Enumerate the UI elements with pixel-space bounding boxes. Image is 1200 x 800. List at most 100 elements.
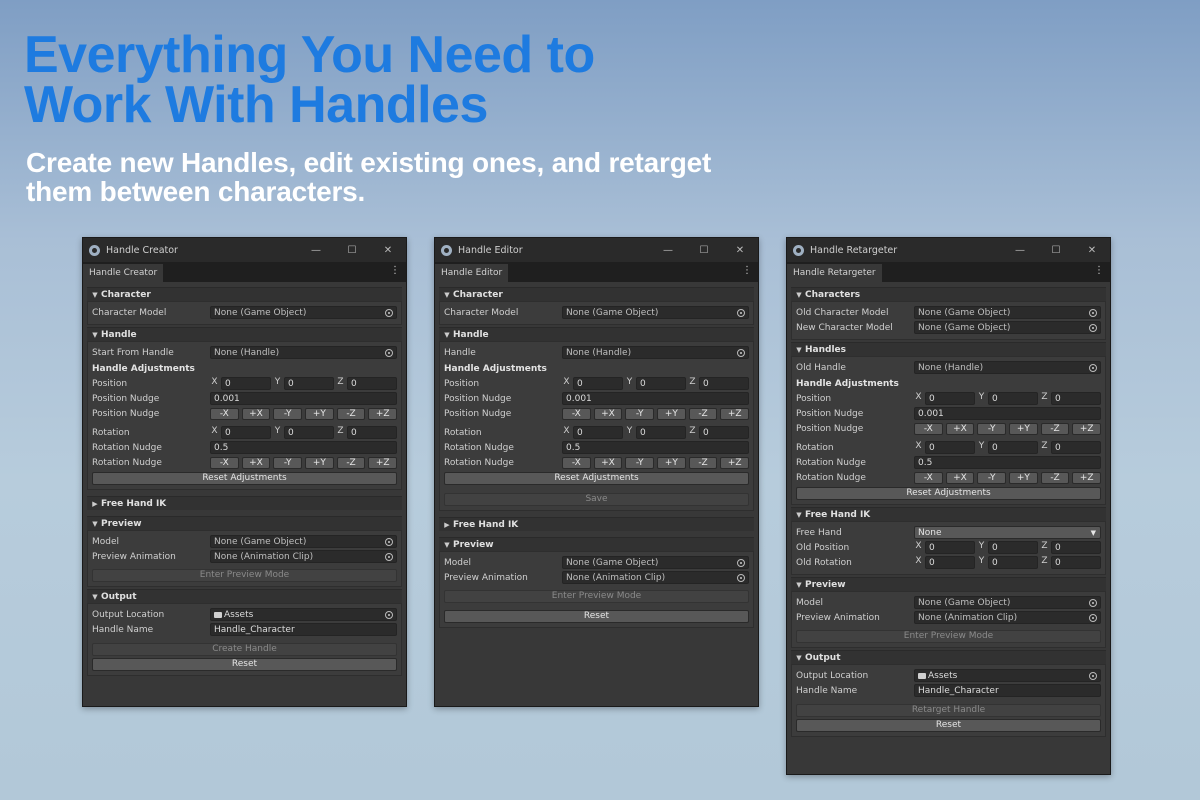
enter-preview-mode-button[interactable]: Enter Preview Mode xyxy=(796,630,1101,643)
foldout-output[interactable]: ▼ Output xyxy=(87,589,402,603)
nudge-minus-x-button[interactable]: -X xyxy=(210,456,239,469)
preview-animation-field[interactable]: None (Animation Clip) xyxy=(562,571,749,584)
nudge-plus-x-button[interactable]: +X xyxy=(945,471,975,484)
position-x-field[interactable]: 0 xyxy=(573,377,623,390)
foldout-output[interactable]: ▼ Output xyxy=(791,650,1106,664)
object-picker-icon[interactable] xyxy=(1089,308,1097,317)
object-picker-icon[interactable] xyxy=(385,610,393,619)
new-character-model-field[interactable]: None (Game Object) xyxy=(914,321,1101,334)
nudge-minus-y-button[interactable]: -Y xyxy=(273,456,303,469)
preview-model-field[interactable]: None (Game Object) xyxy=(914,596,1101,609)
close-button[interactable]: ✕ xyxy=(370,245,406,256)
kebab-menu-icon[interactable]: ⋮ xyxy=(390,265,400,276)
tab-handle-creator[interactable]: Handle Creator xyxy=(83,264,164,282)
foldout-handle[interactable]: ▼ Handle xyxy=(439,327,754,341)
foldout-preview[interactable]: ▼ Preview xyxy=(439,537,754,551)
object-picker-icon[interactable] xyxy=(1089,363,1097,372)
nudge-plus-z-button[interactable]: +Z xyxy=(720,456,750,469)
rotation-y-field[interactable]: 0 xyxy=(284,426,334,439)
foldout-handle[interactable]: ▼ Handle xyxy=(87,327,402,341)
nudge-minus-y-button[interactable]: -Y xyxy=(977,471,1007,484)
nudge-plus-z-button[interactable]: +Z xyxy=(368,407,398,420)
character-model-field[interactable]: None (Game Object) xyxy=(562,306,749,319)
position-nudge-field[interactable]: 0.001 xyxy=(914,407,1101,420)
old-rotation-z-field[interactable]: 0 xyxy=(1051,556,1101,569)
rotation-y-field[interactable]: 0 xyxy=(988,441,1038,454)
old-rotation-y-field[interactable]: 0 xyxy=(988,556,1038,569)
nudge-plus-z-button[interactable]: +Z xyxy=(1072,471,1102,484)
nudge-minus-z-button[interactable]: -Z xyxy=(336,407,366,420)
foldout-character[interactable]: ▼ Character xyxy=(439,287,754,301)
rotation-z-field[interactable]: 0 xyxy=(699,426,749,439)
maximize-button[interactable]: ☐ xyxy=(686,245,722,256)
reset-button[interactable]: Reset xyxy=(92,658,397,671)
preview-animation-field[interactable]: None (Animation Clip) xyxy=(914,611,1101,624)
minimize-button[interactable]: — xyxy=(298,245,334,256)
foldout-characters[interactable]: ▼ Characters xyxy=(791,287,1106,301)
position-z-field[interactable]: 0 xyxy=(1051,392,1101,405)
nudge-plus-z-button[interactable]: +Z xyxy=(1072,422,1102,435)
nudge-plus-y-button[interactable]: +Y xyxy=(305,407,334,420)
free-hand-dropdown[interactable]: None ▼ xyxy=(914,526,1101,539)
reset-adjustments-button[interactable]: Reset Adjustments xyxy=(92,472,397,485)
enter-preview-mode-button[interactable]: Enter Preview Mode xyxy=(444,590,749,603)
nudge-plus-z-button[interactable]: +Z xyxy=(368,456,398,469)
foldout-free-hand-ik[interactable]: ▶ Free Hand IK xyxy=(87,496,402,510)
object-picker-icon[interactable] xyxy=(737,348,745,357)
nudge-plus-y-button[interactable]: +Y xyxy=(657,407,686,420)
foldout-preview[interactable]: ▼ Preview xyxy=(791,577,1106,591)
nudge-plus-y-button[interactable]: +Y xyxy=(1009,422,1038,435)
rotation-z-field[interactable]: 0 xyxy=(1051,441,1101,454)
kebab-menu-icon[interactable]: ⋮ xyxy=(742,265,752,276)
object-picker-icon[interactable] xyxy=(385,552,393,561)
nudge-minus-z-button[interactable]: -Z xyxy=(688,407,718,420)
object-picker-icon[interactable] xyxy=(385,537,393,546)
nudge-plus-z-button[interactable]: +Z xyxy=(720,407,750,420)
nudge-plus-y-button[interactable]: +Y xyxy=(1009,471,1038,484)
position-y-field[interactable]: 0 xyxy=(988,392,1038,405)
nudge-minus-z-button[interactable]: -Z xyxy=(1040,422,1070,435)
create-handle-button[interactable]: Create Handle xyxy=(92,643,397,656)
position-y-field[interactable]: 0 xyxy=(284,377,334,390)
nudge-minus-y-button[interactable]: -Y xyxy=(625,456,655,469)
foldout-free-hand-ik[interactable]: ▼ Free Hand IK xyxy=(791,507,1106,521)
old-position-x-field[interactable]: 0 xyxy=(925,541,975,554)
position-z-field[interactable]: 0 xyxy=(347,377,397,390)
old-position-y-field[interactable]: 0 xyxy=(988,541,1038,554)
enter-preview-mode-button[interactable]: Enter Preview Mode xyxy=(92,569,397,582)
nudge-plus-y-button[interactable]: +Y xyxy=(657,456,686,469)
handle-name-field[interactable]: Handle_Character xyxy=(210,623,397,636)
rotation-y-field[interactable]: 0 xyxy=(636,426,686,439)
character-model-field[interactable]: None (Game Object) xyxy=(210,306,397,319)
object-picker-icon[interactable] xyxy=(385,348,393,357)
titlebar[interactable]: Handle Retargeter — ☐ ✕ xyxy=(787,238,1110,262)
object-picker-icon[interactable] xyxy=(1089,613,1097,622)
reset-button[interactable]: Reset xyxy=(796,719,1101,732)
object-picker-icon[interactable] xyxy=(737,308,745,317)
preview-model-field[interactable]: None (Game Object) xyxy=(210,535,397,548)
object-picker-icon[interactable] xyxy=(737,558,745,567)
maximize-button[interactable]: ☐ xyxy=(1038,245,1074,256)
titlebar[interactable]: Handle Editor — ☐ ✕ xyxy=(435,238,758,262)
handle-name-field[interactable]: Handle_Character xyxy=(914,684,1101,697)
rotation-nudge-field[interactable]: 0.5 xyxy=(914,456,1101,469)
nudge-minus-x-button[interactable]: -X xyxy=(562,407,591,420)
foldout-character[interactable]: ▼ Character xyxy=(87,287,402,301)
maximize-button[interactable]: ☐ xyxy=(334,245,370,256)
nudge-minus-x-button[interactable]: -X xyxy=(562,456,591,469)
position-x-field[interactable]: 0 xyxy=(221,377,271,390)
object-picker-icon[interactable] xyxy=(385,308,393,317)
nudge-minus-x-button[interactable]: -X xyxy=(914,422,943,435)
nudge-plus-x-button[interactable]: +X xyxy=(593,456,623,469)
old-position-z-field[interactable]: 0 xyxy=(1051,541,1101,554)
rotation-nudge-field[interactable]: 0.5 xyxy=(210,441,397,454)
reset-button[interactable]: Reset xyxy=(444,610,749,623)
foldout-preview[interactable]: ▼ Preview xyxy=(87,516,402,530)
titlebar[interactable]: Handle Creator — ☐ ✕ xyxy=(83,238,406,262)
object-picker-icon[interactable] xyxy=(1089,598,1097,607)
minimize-button[interactable]: — xyxy=(1002,245,1038,256)
old-rotation-x-field[interactable]: 0 xyxy=(925,556,975,569)
save-button[interactable]: Save xyxy=(444,493,749,506)
nudge-plus-x-button[interactable]: +X xyxy=(593,407,623,420)
object-picker-icon[interactable] xyxy=(1089,671,1097,680)
